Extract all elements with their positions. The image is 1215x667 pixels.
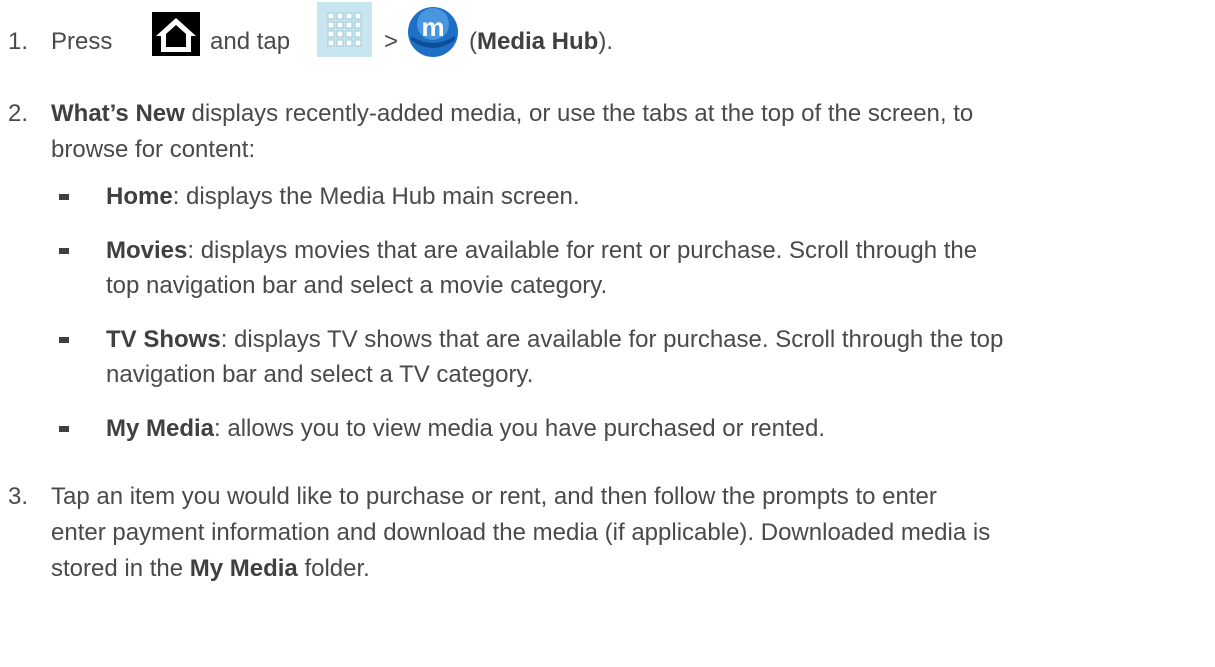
grid-cell [336, 39, 344, 47]
list-item-tv-shows-line-2: navigation bar and select a TV category. [106, 361, 534, 388]
document-page: 1. Press and tap > m (Media Hub). 2. Wha… [0, 0, 1215, 667]
step-1-and-tap-text: and tap [210, 28, 291, 55]
grid-cell [354, 21, 362, 29]
bullet-marker [59, 248, 69, 254]
step-3-line-2: enter payment information and download t… [51, 519, 991, 546]
bullet-marker [59, 426, 69, 432]
step-number: 1. [8, 28, 29, 55]
step-1-media-hub-label: (Media Hub). [469, 28, 614, 55]
grid-cell [327, 12, 335, 20]
grid-cell [336, 21, 344, 29]
bullet-marker [59, 337, 69, 343]
media-hub-icon: m [407, 6, 459, 58]
grid-cell [345, 30, 353, 38]
step-3-line-1: Tap an item you would like to purchase o… [51, 483, 937, 510]
step-2-line-2: browse for content: [51, 136, 256, 163]
list-item-home: Home: displays the Media Hub main screen… [106, 183, 580, 210]
grid-cell [354, 30, 362, 38]
step-1-separator: > [384, 28, 399, 55]
grid-cell [354, 39, 362, 47]
step-number: 3. [8, 483, 29, 510]
grid-cell [354, 12, 362, 20]
grid-cell [336, 12, 344, 20]
step-1-press-text: Press [51, 28, 113, 55]
bullet-marker [59, 194, 69, 200]
list-item-tv-shows: TV Shows: displays TV shows that are ava… [106, 326, 1004, 353]
step-number: 2. [8, 100, 29, 127]
grid-cell [327, 39, 335, 47]
grid-cell [327, 21, 335, 29]
list-item-movies-line-2: top navigation bar and select a movie ca… [106, 272, 608, 299]
grid-cell [345, 12, 353, 20]
grid-cell [336, 30, 344, 38]
step-2-line-1: What’s New displays recently-added media… [51, 100, 974, 127]
apps-grid-icon [317, 2, 372, 57]
home-icon [152, 12, 200, 56]
svg-text:m: m [421, 12, 444, 42]
step-3-line-3: stored in the My Media folder. [51, 555, 370, 582]
grid-cell [345, 21, 353, 29]
grid-cell [345, 39, 353, 47]
list-item-my-media: My Media: allows you to view media you h… [106, 415, 826, 442]
list-item-movies: Movies: displays movies that are availab… [106, 237, 978, 264]
grid-cell [327, 30, 335, 38]
